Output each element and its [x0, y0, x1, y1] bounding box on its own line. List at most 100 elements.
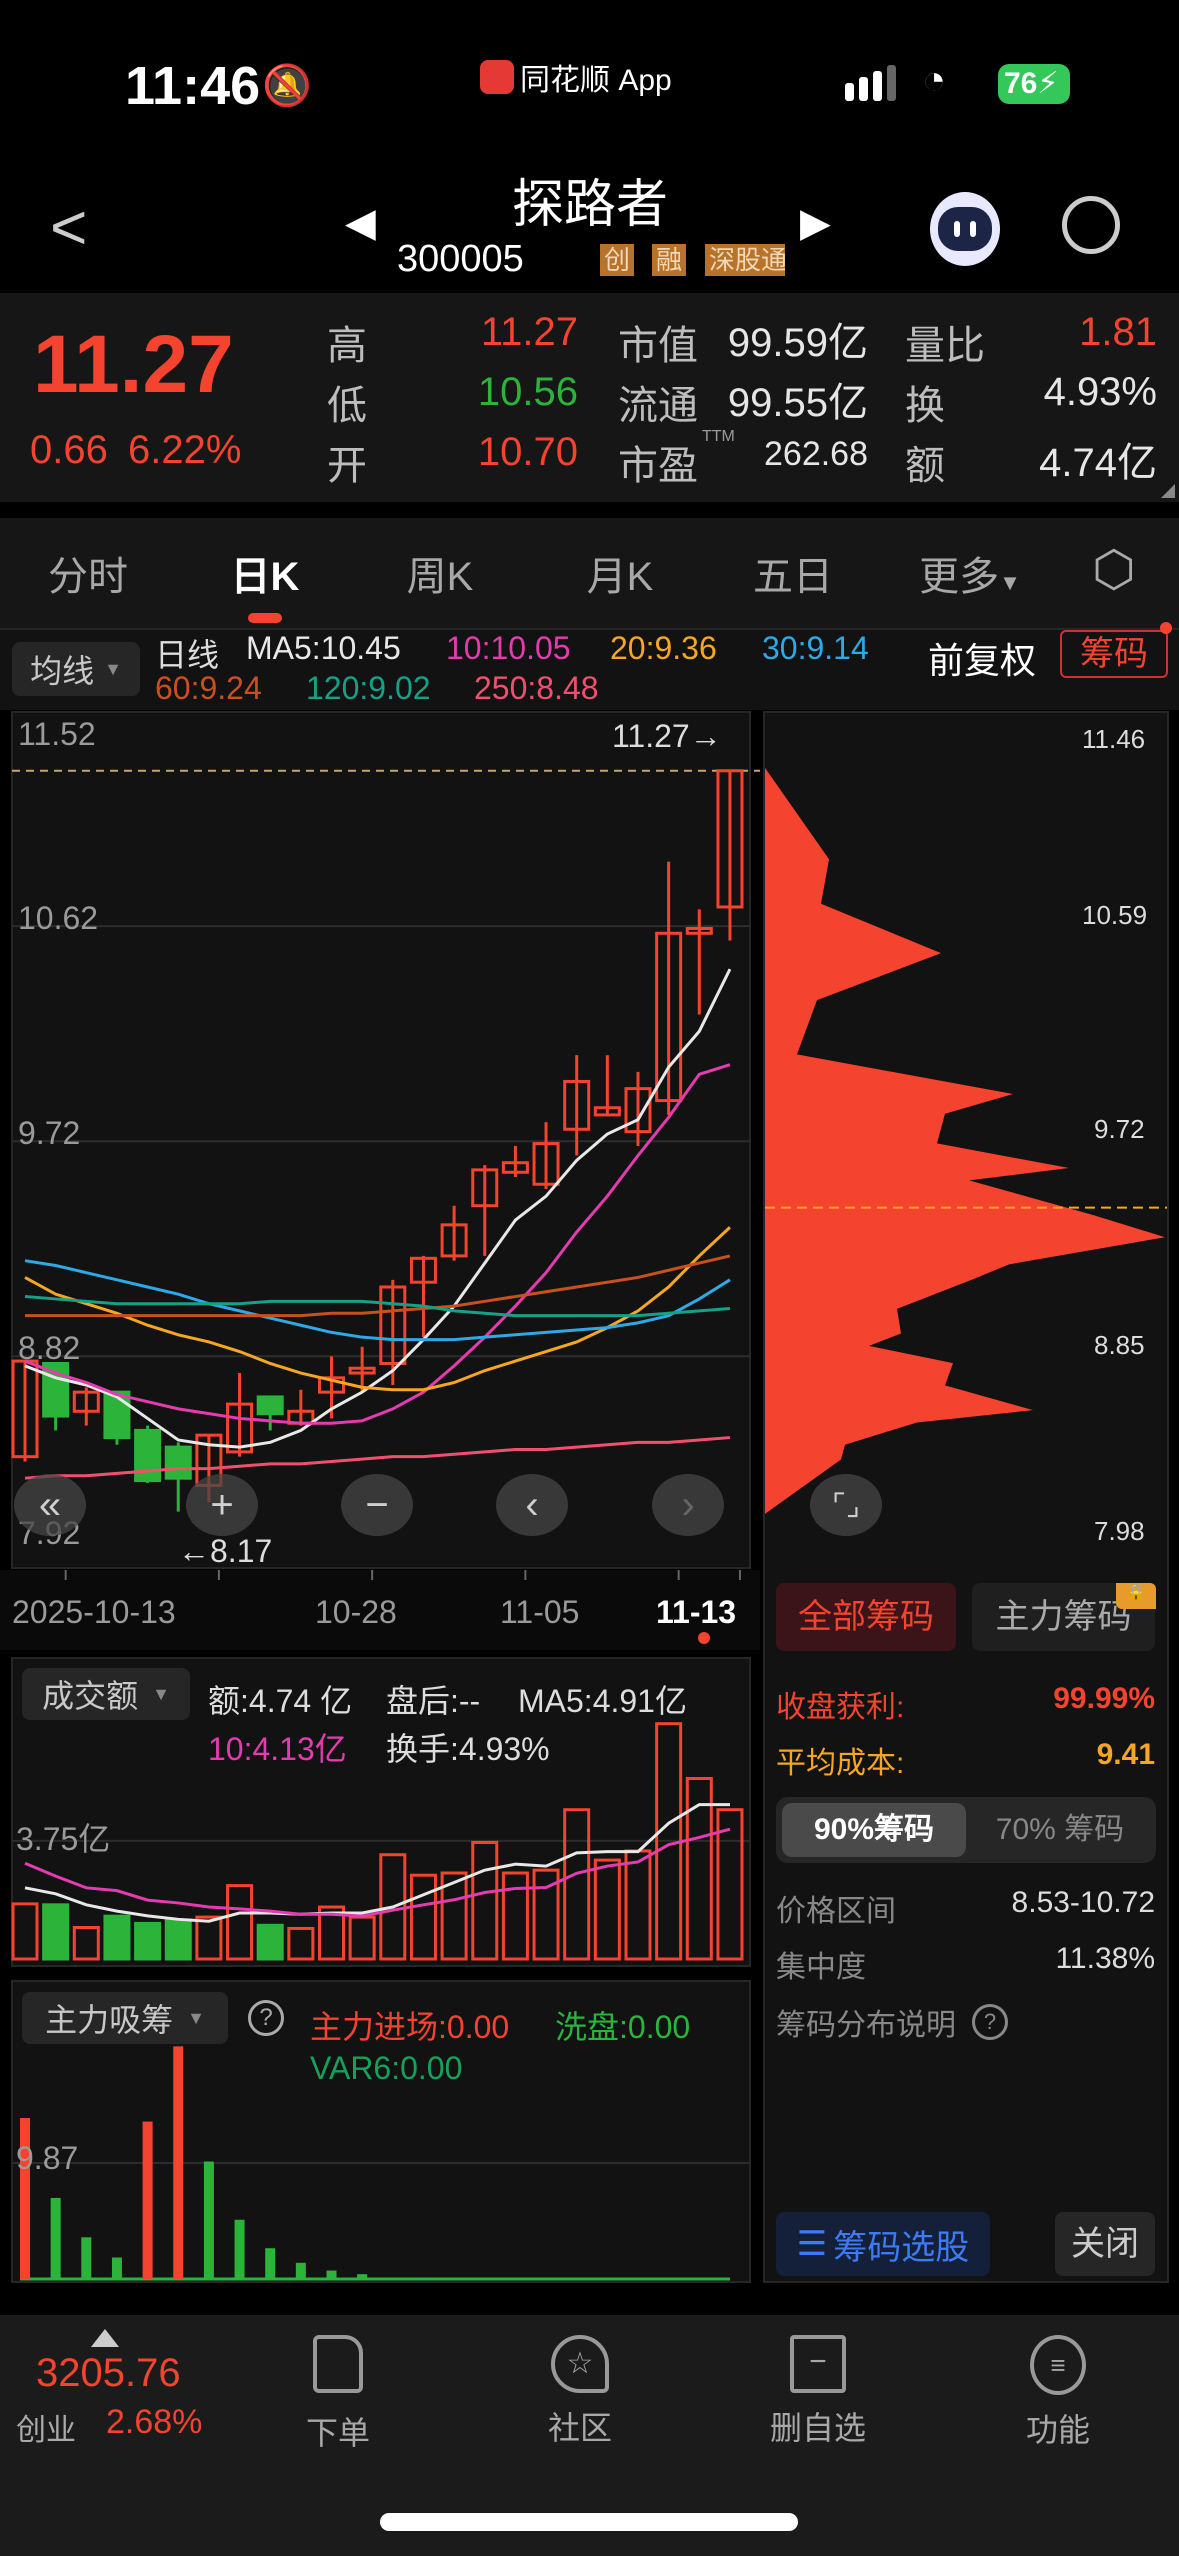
- chip-stock-picker-button[interactable]: ☰ 筹码选股: [776, 2212, 990, 2276]
- community-star-icon: ☆: [551, 2335, 609, 2393]
- volume-selector-label: 成交额: [42, 1678, 139, 1714]
- charts-svg: [11, 767, 1167, 2281]
- volume-bar: [624, 1849, 652, 1961]
- volume-bar: [164, 1918, 192, 1961]
- concentration-value: 11.38%: [1055, 1942, 1155, 1975]
- nav-functions[interactable]: ≡ 功能: [988, 2335, 1128, 2451]
- volume-amount: 额:4.74 亿: [208, 1683, 353, 1719]
- profit-ratio-label: 收盘获利:: [776, 1691, 905, 1724]
- dropdown-icon: ▼: [187, 2007, 205, 2028]
- volume-bar: [409, 1873, 437, 1961]
- lock-icon: 🔒: [1116, 1583, 1156, 1609]
- volume-indicator-selector[interactable]: 成交额 ▼: [22, 1668, 190, 1720]
- jump-to-start-button[interactable]: «: [14, 1474, 86, 1536]
- volume-bar: [471, 1840, 499, 1961]
- candle-body: [164, 1445, 192, 1480]
- chip-y-tick-0: 11.46: [1082, 724, 1146, 754]
- volume-bar: [195, 1915, 223, 1961]
- menu-circle-icon: ≡: [1030, 2335, 1086, 2395]
- y-tick-2: 9.72: [18, 1115, 81, 1151]
- nav-remove-label: 删自选: [769, 2410, 866, 2446]
- volume-bar: [348, 1915, 376, 1961]
- segment-90-button[interactable]: 90%筹码: [782, 1803, 966, 1857]
- concentration-label: 集中度: [776, 1951, 866, 1984]
- y-tick-0: 11.52: [18, 716, 96, 752]
- index-name: 创业: [16, 2414, 76, 2447]
- volume-bar: [226, 1884, 254, 1961]
- indicator-y-tick: 9.87: [16, 2140, 79, 2176]
- y-tick-3: 8.82: [18, 1330, 81, 1366]
- index-value: 3205.76: [36, 2351, 181, 2395]
- volume-bar: [134, 1921, 162, 1961]
- index-change-pct: 2.68%: [106, 2403, 203, 2441]
- ma30-line: [24, 1259, 731, 1342]
- indicator-bar: [418, 2278, 429, 2279]
- volume-bar: [42, 1903, 70, 1961]
- nav-order-label: 下单: [305, 2415, 370, 2451]
- document-icon: [313, 2335, 363, 2393]
- candle-body: [256, 1395, 284, 1416]
- volume-ma5: MA5:4.91亿: [518, 1683, 687, 1719]
- indicator-bar: [265, 2248, 276, 2279]
- indicator-bar: [203, 2161, 214, 2279]
- ma5-line: [24, 968, 732, 1449]
- chip-stock-picker-label: 筹码选股: [833, 2228, 970, 2267]
- segment-70-button[interactable]: 70% 筹码: [970, 1803, 1150, 1857]
- ma60-line: [25, 1254, 731, 1318]
- volume-bar: [256, 1923, 284, 1961]
- ma20-line: [24, 1226, 731, 1392]
- scroll-right-button[interactable]: ›: [652, 1474, 724, 1536]
- all-chips-button[interactable]: 全部筹码: [776, 1583, 956, 1651]
- indicator-bar: [173, 2046, 184, 2279]
- dropdown-icon: ▼: [152, 1683, 170, 1704]
- fullscreen-chip-button[interactable]: ⌜⌟: [810, 1474, 882, 1536]
- main-force-indicator-selector[interactable]: 主力吸筹 ▼: [22, 1992, 228, 2044]
- home-indicator[interactable]: [380, 2513, 798, 2531]
- indicator-bar: [81, 2237, 92, 2279]
- var6-value: VAR6:0.00: [310, 2050, 463, 2086]
- list-icon: ☰: [796, 2225, 828, 2263]
- chip-y-tick-4: 7.98: [1094, 1516, 1145, 1546]
- indicator-bar: [50, 2197, 61, 2279]
- volume-y-tick: 3.75亿: [16, 1821, 111, 1857]
- current-date-dot: [698, 1632, 710, 1644]
- x-tick-3: 11-13: [656, 1594, 737, 1630]
- nav-community[interactable]: ☆ 社区: [510, 2335, 650, 2449]
- volume-ma10-line: [24, 1827, 731, 1918]
- indicator-bar: [142, 2121, 153, 2279]
- zoom-out-button[interactable]: −: [341, 1474, 413, 1536]
- wash-value: 洗盘:0.00: [555, 2009, 691, 2045]
- indicator-bar: [357, 2274, 368, 2279]
- nav-community-label: 社区: [547, 2410, 612, 2446]
- close-chips-button[interactable]: 关闭: [1055, 2212, 1155, 2276]
- avg-cost-value: 9.41: [1096, 1738, 1155, 1771]
- volume-bar: [103, 1914, 131, 1961]
- volume-bar: [11, 1902, 39, 1961]
- low-price-marker: ←8.17: [178, 1533, 273, 1569]
- indicator-bar: [234, 2219, 245, 2279]
- price-range-value: 8.53-10.72: [1011, 1886, 1155, 1919]
- volume-turnover: 换手:4.93%: [386, 1731, 550, 1767]
- help-icon: ?: [972, 2004, 1008, 2040]
- y-tick-1: 10.62: [18, 900, 99, 936]
- indicator-bar: [111, 2257, 122, 2279]
- chip-help-label: 筹码分布说明: [776, 2009, 956, 2042]
- zoom-in-button[interactable]: +: [186, 1474, 258, 1536]
- scroll-left-button[interactable]: ‹: [496, 1474, 568, 1536]
- chip-help-link[interactable]: 筹码分布说明?: [776, 2000, 1008, 2044]
- ma10-line: [24, 1063, 731, 1425]
- last-price-marker: 11.27→: [612, 718, 722, 754]
- candle-body: [103, 1390, 131, 1440]
- up-arrow-icon: [91, 2329, 119, 2347]
- nav-remove-watchlist[interactable]: − 删自选: [748, 2335, 888, 2449]
- x-tick-2: 11-05: [500, 1594, 580, 1630]
- nav-order[interactable]: 下单: [268, 2335, 408, 2454]
- ma250-line: [24, 1436, 731, 1480]
- chip-y-tick-3: 8.85: [1094, 1330, 1145, 1360]
- index-ticker[interactable]: 3205.76 创业 2.68%: [14, 2325, 204, 2447]
- nav-functions-label: 功能: [1025, 2412, 1090, 2448]
- x-tick-0: 2025-10-13: [12, 1594, 176, 1630]
- avg-cost-label: 平均成本:: [776, 1747, 905, 1780]
- help-icon[interactable]: ?: [248, 2000, 284, 2036]
- profit-ratio-value: 99.99%: [1053, 1682, 1155, 1715]
